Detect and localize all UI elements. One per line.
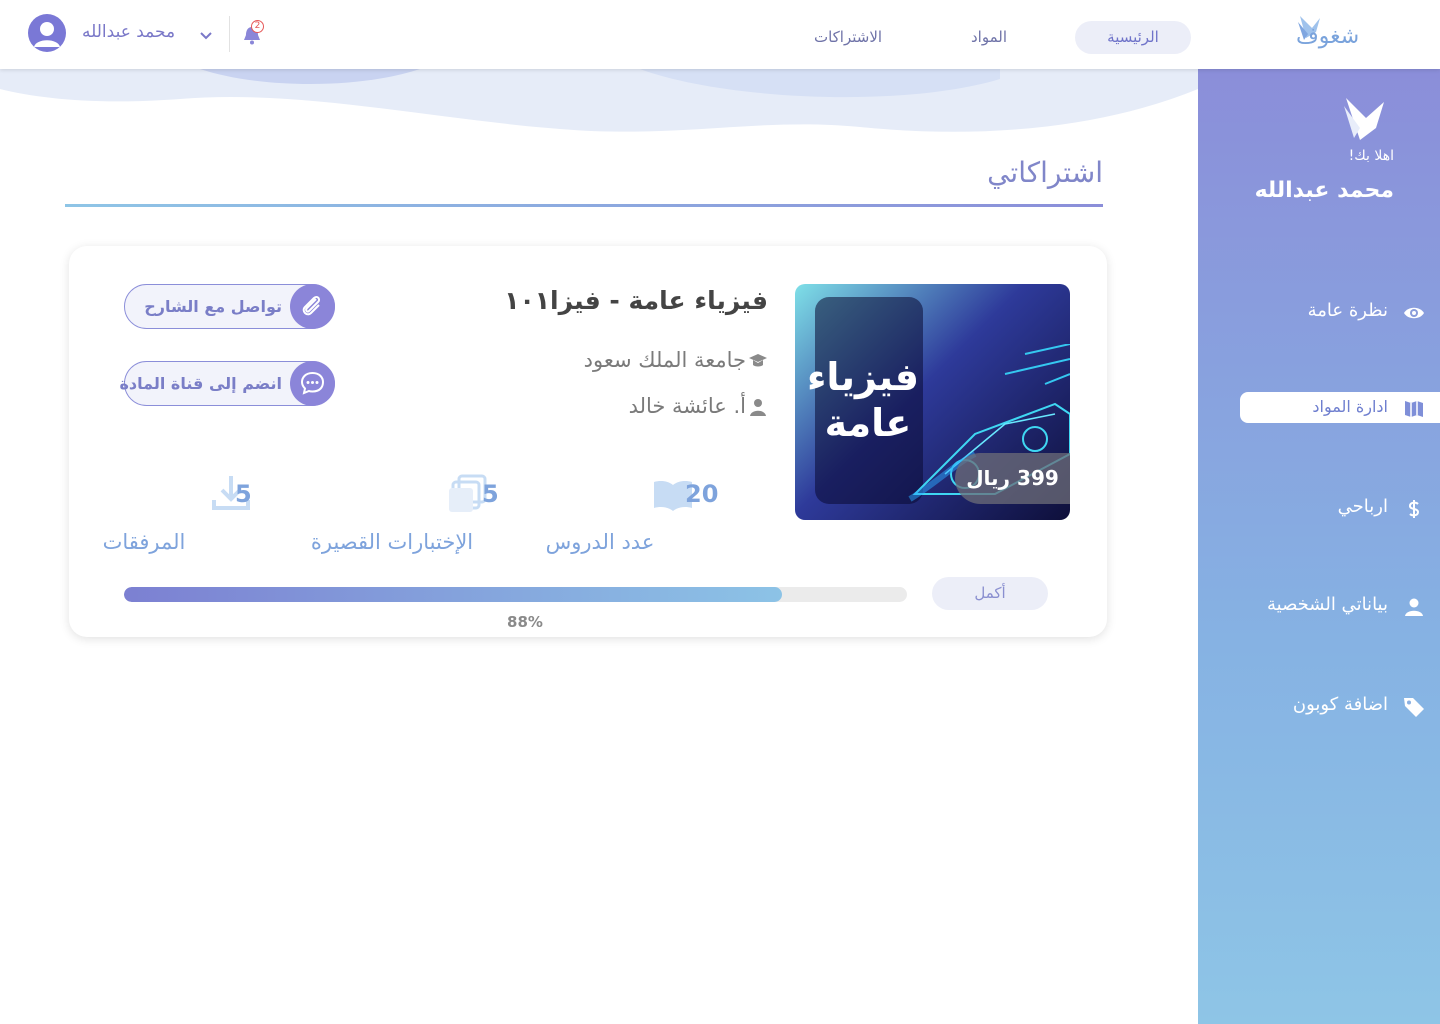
stat-attachments: 5 المرفقات [103, 476, 324, 560]
thumbnail-title-line: عامة [824, 401, 912, 445]
eye-icon [1404, 307, 1424, 319]
contact-instructor-button[interactable]: تواصل مع الشارح [124, 284, 335, 329]
lessons-count: 20 [685, 480, 719, 508]
progress-fill [124, 587, 782, 602]
contact-instructor-label: تواصل مع الشارح [144, 297, 282, 316]
dollar-icon [1408, 500, 1420, 518]
attachments-label: المرفقات [102, 530, 186, 554]
attachments-count: 5 [235, 480, 252, 508]
nav-materials[interactable]: المواد [940, 21, 1038, 54]
sidebar-item-label: بياناتي الشخصية [1266, 594, 1388, 615]
avatar[interactable] [28, 14, 66, 52]
person-icon [750, 399, 766, 416]
nav-home[interactable]: الرئيسية [1075, 21, 1191, 54]
progress-bar [124, 587, 907, 602]
join-channel-label: انضم إلى قناة المادة [119, 374, 282, 393]
sidebar-item-label: اضافة كوبون [1292, 694, 1388, 715]
graduation-cap-icon [749, 354, 767, 367]
sidebar-item-profile[interactable]: بياناتي الشخصية [1240, 590, 1440, 622]
brand-name[interactable]: شغوف [1296, 24, 1359, 49]
title-underline [65, 204, 1103, 207]
sidebar-item-add-coupon[interactable]: اضافة كوبون [1240, 690, 1440, 722]
sidebar-item-earnings[interactable]: ارباحي [1240, 492, 1440, 524]
continue-button[interactable]: أكمل [932, 577, 1048, 610]
sidebar-item-label: نظرة عامة [1307, 300, 1388, 321]
course-university: جامعة الملك سعود [368, 348, 768, 372]
divider [229, 16, 230, 52]
chat-bubble-icon [290, 361, 335, 406]
thumbnail-title: فيزياء عامة [807, 354, 919, 446]
book-map-icon [1405, 401, 1423, 417]
join-channel-button[interactable]: انضم إلى قناة المادة [119, 361, 335, 406]
decorative-waves [0, 69, 1198, 132]
stat-lessons: 20 عدد الدروس [546, 480, 780, 560]
sidebar-welcome: اهلا بك! [1348, 148, 1394, 164]
university-name: جامعة الملك سعود [583, 348, 746, 372]
quizzes-count: 5 [482, 480, 499, 508]
teacher-name: أ. عائشة خالد [628, 394, 746, 418]
user-avatar-icon [34, 22, 60, 47]
progress-percent: 88% [507, 613, 543, 631]
price-badge: 399 ريال [955, 453, 1070, 504]
course-title[interactable]: فيزياء عامة - فيزا١٠١ [440, 286, 768, 315]
course-teacher: أ. عائشة خالد [368, 394, 768, 418]
quizzes-label: الإختبارات القصيرة [310, 530, 474, 554]
sidebar-item-label: ارباحي [1337, 496, 1388, 517]
sidebar [1198, 69, 1440, 1024]
sidebar-item-materials[interactable]: ادارة المواد [1240, 392, 1440, 423]
user-name[interactable]: محمد عبدالله [82, 22, 175, 42]
user-icon [1405, 598, 1423, 616]
notification-badge: 2 [251, 20, 264, 33]
thumbnail-title-line: فيزياء [807, 355, 919, 399]
top-navbar [0, 0, 1440, 69]
chevron-down-icon[interactable] [198, 28, 214, 44]
page-title: اشتراكاتي [987, 156, 1103, 189]
nav-subscriptions[interactable]: الاشتراكات [790, 21, 906, 54]
sidebar-user-name: محمد عبدالله [1254, 178, 1394, 203]
sidebar-item-overview[interactable]: نظرة عامة [1240, 296, 1440, 328]
brand-bird-icon [1344, 98, 1384, 140]
sidebar-item-label: ادارة المواد [1312, 397, 1388, 416]
paperclip-icon [290, 284, 335, 329]
stat-quizzes: 5 الإختبارات القصيرة [311, 474, 572, 560]
tag-icon [1404, 698, 1424, 717]
